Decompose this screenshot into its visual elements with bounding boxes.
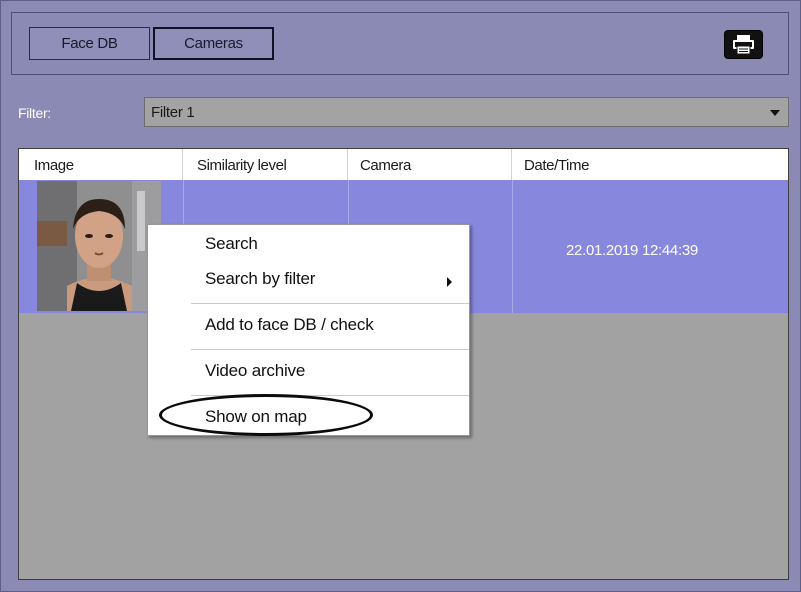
tab-face-db[interactable]: Face DB	[29, 27, 150, 60]
face-thumbnail[interactable]	[37, 181, 161, 311]
context-menu: Search Search by filter Add to face DB /…	[147, 224, 470, 436]
menu-item-search-by-filter[interactable]: Search by filter	[205, 269, 315, 289]
menu-item-add-to-face-db[interactable]: Add to face DB / check	[205, 315, 374, 335]
column-header-camera[interactable]: Camera	[348, 149, 512, 180]
tab-cameras[interactable]: Cameras	[153, 27, 274, 60]
filter-dropdown[interactable]: Filter 1	[144, 97, 789, 127]
column-header-image[interactable]: Image	[19, 149, 183, 180]
mode-tab-bar: Face DB Cameras	[11, 12, 789, 75]
filter-selected-value: Filter 1	[151, 104, 195, 121]
filter-label: Filter:	[18, 105, 51, 121]
chevron-right-icon	[447, 277, 452, 287]
column-header-datetime[interactable]: Date/Time	[512, 149, 788, 180]
menu-item-search[interactable]: Search	[205, 234, 258, 254]
cell-divider	[512, 180, 513, 313]
menu-divider	[191, 395, 469, 396]
printer-icon	[733, 35, 754, 55]
menu-item-video-archive[interactable]: Video archive	[205, 361, 305, 381]
menu-item-show-on-map[interactable]: Show on map	[205, 407, 307, 427]
column-header-similarity[interactable]: Similarity level	[183, 149, 348, 180]
table-header: Image Similarity level Camera Date/Time	[19, 149, 788, 181]
print-button[interactable]	[724, 30, 763, 59]
chevron-down-icon[interactable]	[770, 110, 780, 116]
datetime-cell: 22.01.2019 12:44:39	[566, 242, 698, 259]
menu-divider	[191, 349, 469, 350]
menu-divider	[191, 303, 469, 304]
face-search-panel: Face DB Cameras Filter: Filter 1 Image S…	[0, 0, 801, 592]
